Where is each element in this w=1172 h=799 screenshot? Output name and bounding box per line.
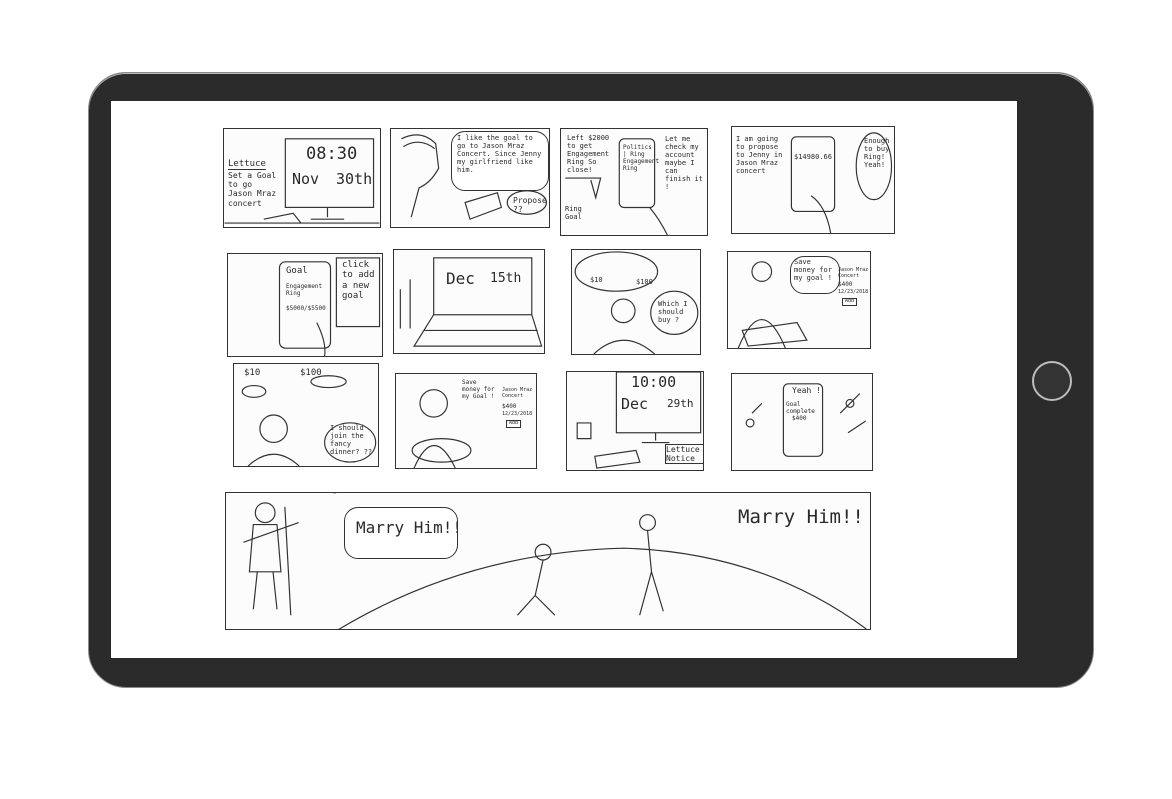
left-bubble-text: Marry Him!! <box>356 518 462 537</box>
thought-text: Which I should buy ? <box>658 300 688 325</box>
clock-month: Nov <box>292 170 320 188</box>
speech-text: I like the goal to go to Jason Mraz Conc… <box>457 134 542 175</box>
card-amount: $400 <box>502 403 517 410</box>
phone-title: Goal <box>286 266 308 276</box>
panel-13-concert: ♪♫ Marry Him!! Marry Him!! <box>225 492 871 630</box>
clock-day: 29th <box>667 397 694 410</box>
price-b: $100 <box>636 278 653 286</box>
clock-month: Dec <box>621 395 649 413</box>
panel-6: Dec 15th <box>393 249 545 354</box>
laptop-day: 15th <box>490 271 522 286</box>
card-button: Add <box>842 298 858 306</box>
callout-text: click to add a new goal <box>342 260 375 302</box>
panel-1: Lettuce Set a Goal to go Jason Mraz conc… <box>223 128 381 228</box>
panel-3: Left $2000 to get Engagement Ring So clo… <box>560 128 708 236</box>
clock-day: 30th <box>336 170 373 188</box>
music-notes: ♪♫ <box>316 493 338 498</box>
home-button[interactable] <box>1032 361 1072 401</box>
panel-10: Save money for my Goal ! Jason Mraz Conc… <box>395 373 537 469</box>
phone-top-text: Yeah ! <box>792 386 821 395</box>
panel-12: Yeah ! Goal complete $400 <box>731 373 873 471</box>
panel-11: 10:00 Dec 29th Lettuce Notice <box>566 371 704 471</box>
panel-7: $10 $100 Which I should buy ? <box>571 249 701 355</box>
panel-9: $10 $100 I should join the fancy dinner?… <box>233 363 379 467</box>
account-balance: $14980.66 <box>794 153 832 161</box>
thought-text: I should join the fancy dinner? ?? <box>330 424 373 457</box>
phone-item: Engagement Ring <box>286 283 323 297</box>
right-caption: Enough to buy Ring! Yeah! <box>864 137 890 170</box>
card-date: 12/23/2018 <box>502 411 533 417</box>
card-title: Jason Mraz Concert <box>502 387 533 399</box>
clock-time: 08:30 <box>306 144 358 164</box>
right-bubble-text: Marry Him!! <box>738 506 864 528</box>
laptop-sketch <box>399 257 543 347</box>
speech-text: Save money for my goal ! <box>794 258 832 283</box>
card-amount: $400 <box>838 281 853 288</box>
card-button: Add <box>506 420 522 428</box>
card-date: 12/23/2018 <box>838 289 869 295</box>
price-b: $100 <box>300 368 322 378</box>
price-a: $10 <box>244 368 261 378</box>
laptop-month: Dec <box>446 269 475 288</box>
phone-amount: $5000/$5500 <box>286 305 326 312</box>
panel-8: Save money for my goal ! Jason Mraz Conc… <box>727 251 871 349</box>
sticky-note-body: Set a Goal to go Jason Mraz concert <box>228 171 277 208</box>
card-title: Jason Mraz Concert <box>838 267 869 279</box>
left-caption: I am going to propose to Jenny in Jason … <box>736 135 783 176</box>
panel-5: Goal Engagement Ring $5000/$5500 click t… <box>227 253 383 357</box>
sticky-note-title: Lettuce <box>228 159 266 171</box>
speech-text: Save money for my Goal ! <box>462 379 495 400</box>
thought-text: Propose ?? <box>513 196 547 215</box>
clock-time: 10:00 <box>631 373 677 391</box>
phone-amount: $400 <box>792 415 807 422</box>
ring-goal-label: Ring Goal <box>565 205 582 222</box>
price-a: $10 <box>590 276 603 284</box>
panel-4: I am going to propose to Jenny in Jason … <box>731 126 895 234</box>
right-caption: Let me check my account maybe I can fini… <box>665 135 703 192</box>
phone-content: Politics | Ring Engagement Ring <box>623 144 660 172</box>
notice-label: Lettuce Notice <box>665 444 703 465</box>
panel-2: I like the goal to go to Jason Mraz Conc… <box>390 128 550 228</box>
storyboard-screen: Lettuce Set a Goal to go Jason Mraz conc… <box>111 101 1017 658</box>
phone-title: Goal complete <box>786 401 815 415</box>
left-caption: Left $2000 to get Engagement Ring So clo… <box>567 134 610 175</box>
